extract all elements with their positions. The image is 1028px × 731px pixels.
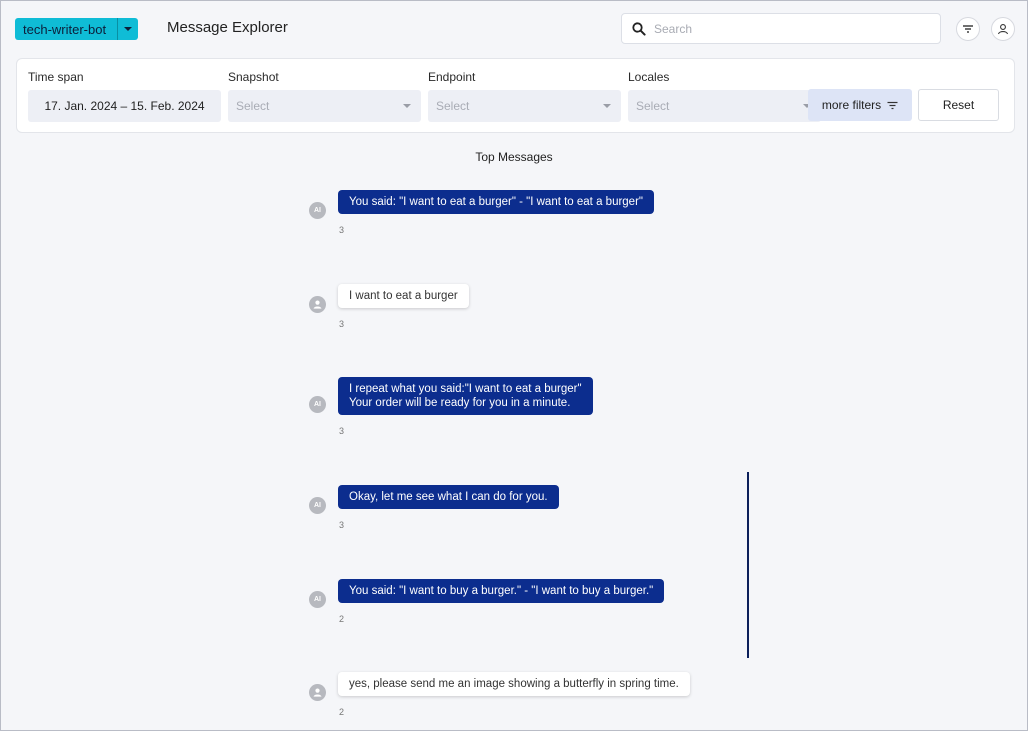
reset-button[interactable]: Reset <box>918 89 999 121</box>
bot-selector-label: tech-writer-bot <box>23 21 107 37</box>
user-message-bubble[interactable]: I want to eat a burger <box>338 284 469 308</box>
message-count: 2 <box>339 707 345 717</box>
more-filters-label: more filters <box>821 98 882 112</box>
message-count: 3 <box>339 426 345 436</box>
chevron-down-icon[interactable] <box>117 18 138 40</box>
message-count: 2 <box>339 614 345 624</box>
scrollbar[interactable] <box>747 472 749 658</box>
bot-message-bubble[interactable]: I repeat what you said:"I want to eat a … <box>338 377 593 415</box>
filter-panel: Time span 17. Jan. 2024 – 15. Feb. 2024 … <box>16 58 1015 133</box>
search-box[interactable] <box>621 13 941 44</box>
bot-message-bubble[interactable]: You said: "I want to eat a burger" - "I … <box>338 190 654 214</box>
time-span-filter: Time span 17. Jan. 2024 – 15. Feb. 2024 <box>28 70 221 122</box>
time-span-label: Time span <box>28 70 84 84</box>
time-span-picker[interactable]: 17. Jan. 2024 – 15. Feb. 2024 <box>28 90 221 122</box>
filter-icon <box>887 101 898 109</box>
message-text: You said: "I want to buy a burger." - "I… <box>349 585 654 597</box>
section-title: Top Messages <box>475 150 553 164</box>
snapshot-placeholder: Select <box>236 99 270 113</box>
user-avatar-icon <box>309 684 326 701</box>
user-button[interactable] <box>991 17 1015 41</box>
bot-avatar: AI <box>309 591 326 608</box>
filter-button[interactable] <box>956 17 980 41</box>
bot-avatar: AI <box>309 202 326 219</box>
message-count: 3 <box>339 319 345 329</box>
bot-avatar: AI <box>309 497 326 514</box>
chevron-down-icon <box>603 104 611 108</box>
bot-message-bubble[interactable]: You said: "I want to buy a burger." - "I… <box>338 579 665 603</box>
top-bar: tech-writer-bot Message Explorer <box>1 1 1027 57</box>
locales-placeholder: Select <box>636 99 670 113</box>
endpoint-placeholder: Select <box>436 99 470 113</box>
endpoint-select[interactable]: Select <box>428 90 621 122</box>
message-text: I want to eat a burger <box>349 290 458 302</box>
snapshot-filter: Snapshot Select <box>228 70 421 122</box>
locales-filter: Locales Select <box>628 70 821 122</box>
endpoint-label: Endpoint <box>428 70 476 84</box>
chevron-down-icon <box>403 104 411 108</box>
user-message-bubble[interactable]: yes, please send me an image showing a b… <box>338 672 690 696</box>
message-text: I repeat what you said:"I want to eat a … <box>349 383 582 395</box>
locales-select[interactable]: Select <box>628 90 821 122</box>
bot-avatar: AI <box>309 396 326 413</box>
message-text: yes, please send me an image showing a b… <box>349 678 679 690</box>
more-filters-button[interactable]: more filters <box>808 89 912 121</box>
snapshot-label: Snapshot <box>228 70 279 84</box>
search-input[interactable] <box>654 21 924 36</box>
filter-icon <box>963 25 973 33</box>
user-icon <box>997 24 1009 35</box>
message-count: 3 <box>339 520 345 530</box>
message-text: Okay, let me see what I can do for you. <box>349 491 548 503</box>
message-count: 3 <box>339 225 345 235</box>
endpoint-filter: Endpoint Select <box>428 70 621 122</box>
page-title: Message Explorer <box>167 19 288 36</box>
locales-label: Locales <box>628 70 670 84</box>
search-icon <box>632 21 646 36</box>
message-text: Your order will be ready for you in a mi… <box>349 397 571 409</box>
bot-message-bubble[interactable]: Okay, let me see what I can do for you. <box>338 485 559 509</box>
user-avatar-icon <box>309 296 326 313</box>
bot-selector[interactable]: tech-writer-bot <box>15 18 138 40</box>
snapshot-select[interactable]: Select <box>228 90 421 122</box>
message-text: You said: "I want to eat a burger" - "I … <box>349 196 643 208</box>
